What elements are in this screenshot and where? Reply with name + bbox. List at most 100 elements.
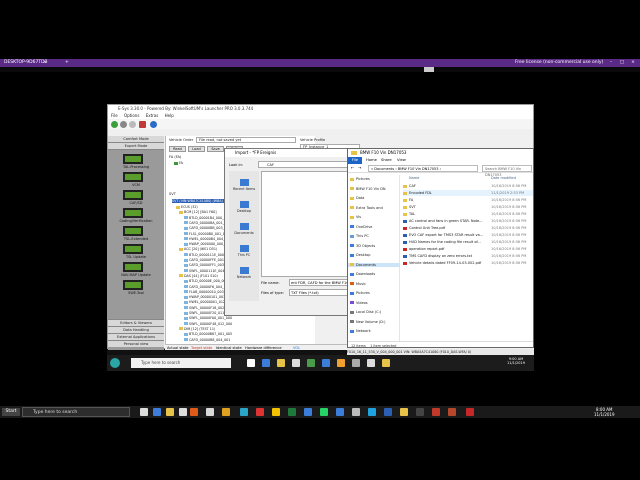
swe-tool-icon[interactable] xyxy=(123,280,143,290)
file-row[interactable]: EVO CAF export for TMS3 STAR result va..… xyxy=(403,232,533,238)
remote-search-box[interactable]: Type here to search xyxy=(131,358,231,368)
app-icon[interactable] xyxy=(416,408,424,416)
edge-icon[interactable] xyxy=(153,408,161,416)
tal-processing-icon[interactable] xyxy=(123,154,143,164)
app-icon[interactable] xyxy=(190,408,198,416)
menu-extras[interactable]: Extras xyxy=(146,113,159,118)
comfort-mode-header[interactable]: Comfort Mode xyxy=(108,136,164,143)
look-in-select[interactable]: CAF xyxy=(258,161,358,168)
nav-tree-item[interactable]: Pictures xyxy=(350,177,370,181)
nav-tree-item[interactable]: Downloads xyxy=(350,272,375,276)
save-button[interactable]: Save xyxy=(207,146,224,152)
nav-tree-item[interactable]: Videos xyxy=(350,301,368,305)
app-icon[interactable] xyxy=(240,408,248,416)
nav-tree-item[interactable]: New Volume (D:) xyxy=(350,320,385,324)
vehicle-order-field[interactable]: File read, not saved yet xyxy=(196,137,296,143)
app-icon[interactable] xyxy=(382,359,390,367)
documents-place[interactable]: Documents xyxy=(229,223,259,235)
app-icon[interactable] xyxy=(288,408,296,416)
nav-tree-item[interactable]: Music xyxy=(350,282,366,286)
app-icon[interactable] xyxy=(320,408,328,416)
svt-tree-item[interactable]: DAS [44] (F101 S10) xyxy=(179,274,218,278)
nav-tree-item[interactable]: Documents xyxy=(348,262,400,267)
svt-tree-item[interactable]: DIM [12] (TEST 11) xyxy=(179,327,215,331)
help-icon[interactable] xyxy=(150,121,157,128)
app-icon[interactable] xyxy=(448,408,456,416)
stop-icon[interactable] xyxy=(139,121,146,128)
app-icon[interactable] xyxy=(368,408,376,416)
store-icon[interactable] xyxy=(179,408,187,416)
nav-tree-item[interactable]: Network xyxy=(350,329,371,333)
nav-tree-item[interactable]: OneDrive xyxy=(350,225,372,229)
store-icon[interactable] xyxy=(292,359,300,367)
external-applications-button[interactable]: External Applications xyxy=(108,333,164,340)
file-row[interactable]: Encoded FDL 11/1/2019 2:53 PM xyxy=(403,190,533,196)
app-icon[interactable] xyxy=(206,408,214,416)
app-icon[interactable] xyxy=(352,359,360,367)
svt-tree-item[interactable]: SWFL_00000FA0_001_000 xyxy=(184,316,232,320)
file-row[interactable]: TMS CAFD display on zero errors.txt 10/16… xyxy=(403,253,533,259)
nav-tree-item[interactable]: Pictures xyxy=(350,291,370,295)
svt-tree-item[interactable]: SWFL_00000F48_012_000 xyxy=(184,322,232,326)
nav-tree-item[interactable]: Local Disk (C:) xyxy=(350,310,381,314)
app-icon[interactable] xyxy=(384,408,392,416)
remote-start-icon[interactable] xyxy=(110,358,120,368)
svt-tree-item[interactable]: CAFD_00000B8_004_001 xyxy=(184,338,230,342)
file-row[interactable]: AC control and fans in green STAR. Note.… xyxy=(403,218,533,224)
forward-icon[interactable]: → xyxy=(358,165,361,170)
settings-icon[interactable] xyxy=(129,121,136,128)
task-view-icon[interactable] xyxy=(140,408,148,416)
desktop-place[interactable]: Desktop xyxy=(229,201,259,213)
minimize-icon[interactable]: – xyxy=(606,59,616,67)
nav-tree-item[interactable]: BMW F10 Vin DN xyxy=(350,187,386,191)
personal-view-button[interactable]: Personal view xyxy=(108,340,164,347)
caf-sd-icon[interactable] xyxy=(123,190,143,200)
host-tab-close-icon[interactable]: × xyxy=(43,59,47,67)
app-icon[interactable] xyxy=(322,359,330,367)
svt-tree-item[interactable]: FLSL_00000B0_001_001 xyxy=(184,232,229,236)
nav-tree-item[interactable]: This PC xyxy=(350,234,369,238)
host-new-tab-icon[interactable]: + xyxy=(65,59,69,67)
app-icon[interactable] xyxy=(400,408,408,416)
menu-options[interactable]: Options xyxy=(124,113,139,118)
coding-icon[interactable] xyxy=(123,208,143,218)
file-row[interactable]: Control Unit Tree.pdf 10/16/2019 8:56 PM xyxy=(403,225,533,231)
edge-icon[interactable] xyxy=(262,359,270,367)
expert-mode-header[interactable]: Expert Mode xyxy=(108,143,164,150)
maximize-icon[interactable]: □ xyxy=(617,59,627,67)
host-tab-title[interactable]: DESKTOP-9D67TD3 xyxy=(4,59,47,67)
task-view-icon[interactable] xyxy=(247,359,255,367)
svt-root[interactable]: SVT (VIN:WBA7C41080) (WBA) xyxy=(172,199,228,203)
tab-view[interactable]: View xyxy=(397,157,406,164)
vcm-icon[interactable] xyxy=(123,172,143,182)
file-row[interactable]: SVT 10/16/2019 8:56 PM xyxy=(403,204,533,210)
nav-map-update-icon[interactable] xyxy=(123,262,143,272)
app-icon[interactable] xyxy=(222,408,230,416)
tsl-extended-icon[interactable] xyxy=(123,226,143,236)
fa-node[interactable]: FA xyxy=(174,161,183,165)
tab-home[interactable]: Home xyxy=(366,157,377,164)
app-icon[interactable] xyxy=(352,408,360,416)
tab-file[interactable]: File xyxy=(348,157,362,164)
close-icon[interactable]: × xyxy=(628,59,638,67)
app-icon[interactable] xyxy=(304,408,312,416)
app-icon[interactable] xyxy=(432,408,440,416)
network-place[interactable]: Network xyxy=(229,267,259,279)
menu-help[interactable]: Help xyxy=(165,113,174,118)
nav-tree-item[interactable]: Desktop xyxy=(350,253,370,257)
app-icon[interactable] xyxy=(466,408,474,416)
svt-tree-item[interactable]: ACC [20] (I6S1 D51) xyxy=(179,247,217,251)
app-icon[interactable] xyxy=(367,359,375,367)
column-name[interactable]: Name xyxy=(409,176,419,180)
svt-tree-item[interactable]: BTLD_00000B87_001_005 xyxy=(184,332,232,336)
back-icon[interactable]: ← xyxy=(351,165,354,170)
file-row[interactable]: Vehicle details dated FF09-14-03-002.pdf… xyxy=(403,260,533,266)
remote-toolbar-handle[interactable] xyxy=(424,67,434,72)
app-icon[interactable] xyxy=(256,408,264,416)
file-row[interactable]: HUD Names for the coding file result of.… xyxy=(403,239,533,245)
file-row[interactable]: FA 10/16/2019 8:56 PM xyxy=(403,197,533,203)
file-explorer-icon[interactable] xyxy=(277,359,285,367)
menu-file[interactable]: File xyxy=(111,113,118,118)
host-search-box[interactable]: Type here to search xyxy=(22,407,130,417)
disconnect-icon[interactable] xyxy=(120,121,127,128)
